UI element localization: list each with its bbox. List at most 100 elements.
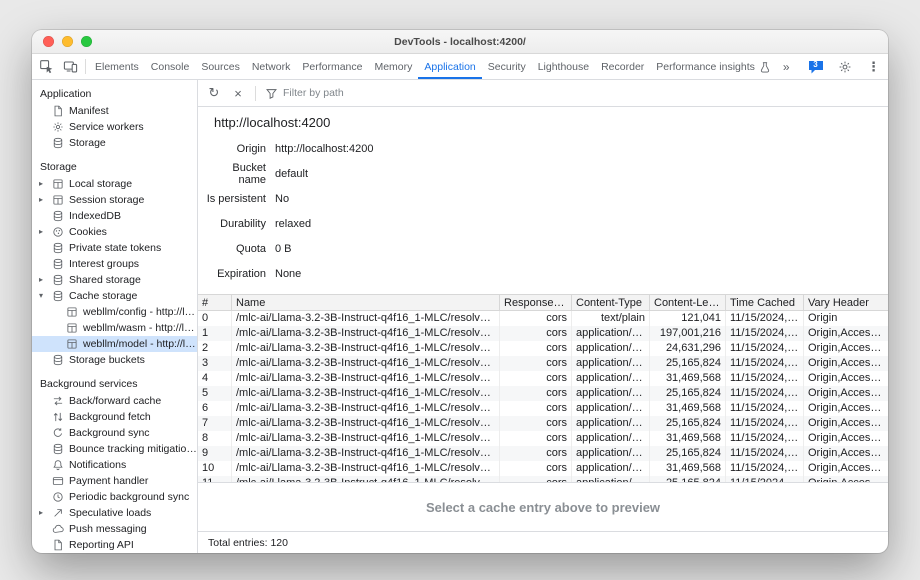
sidebar-item-label: Local storage [69, 178, 197, 190]
tab-recorder[interactable]: Recorder [595, 54, 650, 79]
sidebar-item-push-messaging[interactable]: Push messaging [32, 521, 197, 537]
gear-icon[interactable] [833, 56, 857, 78]
tab-lighthouse[interactable]: Lighthouse [532, 54, 595, 79]
sidebar-item-background-sync[interactable]: Background sync [32, 425, 197, 441]
table-row[interactable]: 6 /mlc-ai/Llama-3.2-3B-Instruct-q4f16_1-… [198, 401, 888, 416]
tab-elements[interactable]: Elements [89, 54, 145, 79]
tab-console[interactable]: Console [145, 54, 196, 79]
table-row[interactable]: 5 /mlc-ai/Llama-3.2-3B-Instruct-q4f16_1-… [198, 386, 888, 401]
inspect-cursor-icon[interactable] [34, 56, 58, 78]
sidebar-item-notifications[interactable]: Notifications [32, 457, 197, 473]
collapsed-triangle-icon[interactable]: ▸ [39, 505, 49, 521]
window-titlebar: DevTools - localhost:4200/ [32, 30, 888, 54]
close-button[interactable] [43, 36, 54, 47]
kebab-menu-icon[interactable]: ⋮ [865, 59, 882, 75]
column-header-time-cached[interactable]: Time Cached [726, 295, 804, 310]
cache-view: ↻ × http://localhost:4200 Origin http://… [198, 80, 888, 553]
table-row[interactable]: 3 /mlc-ai/Llama-3.2-3B-Instruct-q4f16_1-… [198, 356, 888, 371]
tab-memory[interactable]: Memory [368, 54, 418, 79]
sidebar-item-speculative-loads[interactable]: ▸ Speculative loads [32, 505, 197, 521]
cell-content-length: 121,041 [650, 311, 726, 326]
table-row[interactable]: 9 /mlc-ai/Llama-3.2-3B-Instruct-q4f16_1-… [198, 446, 888, 461]
sidebar-item-storage-buckets[interactable]: Storage buckets [32, 352, 197, 368]
sidebar-item-background-fetch[interactable]: Background fetch [32, 409, 197, 425]
window-title: DevTools - localhost:4200/ [32, 36, 888, 48]
sidebar-item-cache-webllm-model[interactable]: webllm/model - http://loc… [32, 336, 197, 352]
sidebar-item-private-state-tokens[interactable]: Private state tokens [32, 240, 197, 256]
column-header-number[interactable]: # [198, 295, 232, 310]
sidebar-item-session-storage[interactable]: ▸ Session storage [32, 192, 197, 208]
collapsed-triangle-icon[interactable]: ▸ [39, 192, 49, 208]
sidebar-item-shared-storage[interactable]: ▸Shared storage [32, 272, 197, 288]
table-row[interactable]: 2 /mlc-ai/Llama-3.2-3B-Instruct-q4f16_1-… [198, 341, 888, 356]
sidebar-item-cache-webllm-config[interactable]: webllm/config - http://loc… [32, 304, 197, 320]
cell-time-cached: 11/15/2024, 10… [726, 401, 804, 416]
table-row[interactable]: 10 /mlc-ai/Llama-3.2-3B-Instruct-q4f16_1… [198, 461, 888, 476]
cell-name: /mlc-ai/Llama-3.2-3B-Instruct-q4f16_1-ML… [232, 416, 500, 431]
cell-content-length: 25,165,824 [650, 446, 726, 461]
sidebar-item-label: Speculative loads [69, 507, 197, 519]
sidebar-item-cache-webllm-wasm[interactable]: webllm/wasm - http://loca… [32, 320, 197, 336]
sidebar-item-periodic-background-sync[interactable]: Periodic background sync [32, 489, 197, 505]
tab-security[interactable]: Security [482, 54, 532, 79]
sidebar-item-back-forward-cache[interactable]: Back/forward cache [32, 393, 197, 409]
sidebar-item-service-workers[interactable]: Service workers [32, 119, 197, 135]
column-header-response-type[interactable]: Response-Type [500, 295, 572, 310]
column-header-name[interactable]: Name [232, 295, 500, 310]
column-header-content-type[interactable]: Content-Type [572, 295, 650, 310]
collapsed-triangle-icon[interactable]: ▸ [39, 224, 49, 240]
metadata-row: Is persistent No [204, 186, 888, 211]
device-toolbar-icon[interactable] [58, 56, 82, 78]
column-header-content-length[interactable]: Content-Length [650, 295, 726, 310]
section-title-application: Application [32, 86, 197, 103]
cell-response-type: cors [500, 401, 572, 416]
bell-icon [52, 459, 64, 471]
table-row[interactable]: 4 /mlc-ai/Llama-3.2-3B-Instruct-q4f16_1-… [198, 371, 888, 386]
table-icon [66, 338, 78, 350]
tab-application[interactable]: Application [418, 54, 481, 79]
sidebar-item-indexeddb[interactable]: IndexedDB [32, 208, 197, 224]
sidebar-item-label: Session storage [69, 194, 197, 206]
cell-number: 2 [198, 341, 232, 356]
cell-response-type: cors [500, 446, 572, 461]
toolbar-divider [85, 59, 86, 74]
tab-network[interactable]: Network [246, 54, 297, 79]
column-header-vary-header[interactable]: Vary Header [804, 295, 888, 310]
sidebar-item-reporting-api[interactable]: Reporting API [32, 537, 197, 553]
sidebar-item-interest-groups[interactable]: Interest groups [32, 256, 197, 272]
clear-icon[interactable]: × [228, 83, 248, 103]
collapsed-triangle-icon[interactable]: ▸ [39, 176, 49, 192]
cell-vary-header: Origin,Access… [804, 371, 888, 386]
tab-sources[interactable]: Sources [195, 54, 246, 79]
sidebar-item-label: Push messaging [69, 523, 197, 535]
sidebar-item-label: webllm/model - http://loc… [83, 338, 197, 350]
table-row[interactable]: 7 /mlc-ai/Llama-3.2-3B-Instruct-q4f16_1-… [198, 416, 888, 431]
sidebar-item-label: Background sync [69, 427, 197, 439]
preview-pane: Select a cache entry above to preview [198, 482, 888, 531]
tab-performance[interactable]: Performance [296, 54, 368, 79]
sidebar-item-payment-handler[interactable]: Payment handler [32, 473, 197, 489]
sidebar-item-cache-storage[interactable]: ▾ Cache storage [32, 288, 197, 304]
sidebar-item-storage[interactable]: Storage [32, 135, 197, 151]
minimize-button[interactable] [62, 36, 73, 47]
table-row[interactable]: 8 /mlc-ai/Llama-3.2-3B-Instruct-q4f16_1-… [198, 431, 888, 446]
table-row[interactable]: 0 /mlc-ai/Llama-3.2-3B-Instruct-q4f16_1-… [198, 311, 888, 326]
refresh-icon[interactable]: ↻ [204, 83, 224, 103]
sidebar-item-label: IndexedDB [69, 210, 197, 222]
sidebar-item-bounce-tracking-mitigations[interactable]: Bounce tracking mitigations [32, 441, 197, 457]
sidebar-item-local-storage[interactable]: ▸ Local storage [32, 176, 197, 192]
chat-bubble-icon[interactable]: 3 [808, 60, 825, 74]
sidebar-item-label: Cache storage [69, 290, 197, 302]
zoom-button[interactable] [81, 36, 92, 47]
table-row[interactable]: 1 /mlc-ai/Llama-3.2-3B-Instruct-q4f16_1-… [198, 326, 888, 341]
sidebar-item-label: webllm/wasm - http://loca… [83, 322, 197, 334]
cell-vary-header: Origin,Access… [804, 356, 888, 371]
tab-performance-insights[interactable]: Performance insights [650, 54, 777, 79]
sidebar-item-cookies[interactable]: ▸Cookies [32, 224, 197, 240]
document-icon [52, 539, 64, 551]
collapsed-triangle-icon[interactable]: ▸ [39, 272, 49, 288]
more-tabs-icon[interactable]: » [777, 60, 796, 74]
filter-by-path-input[interactable] [283, 87, 443, 99]
expanded-triangle-icon[interactable]: ▾ [39, 288, 49, 304]
sidebar-item-manifest[interactable]: Manifest [32, 103, 197, 119]
